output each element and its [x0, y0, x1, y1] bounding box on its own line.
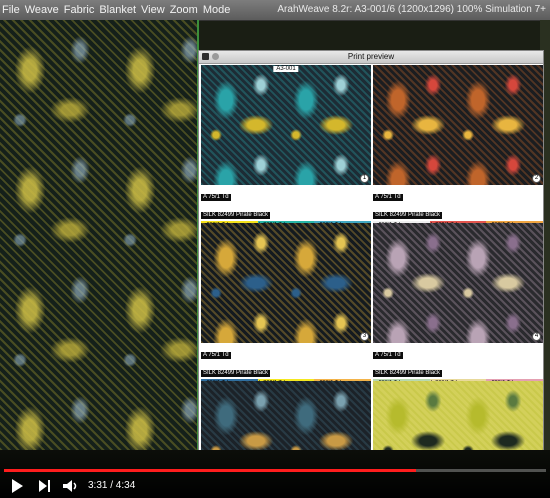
warp-label: SILK 82499 Pirate Black	[201, 370, 271, 377]
fabric-swatch	[201, 381, 371, 450]
progress-bar[interactable]	[4, 469, 546, 472]
warp-label: SILK 82499 Pirate Black	[373, 212, 443, 219]
menu-list: File Weave Fabric Blanket View Zoom Mode	[2, 0, 235, 20]
design-code: A3-001	[273, 66, 299, 72]
preview-card[interactable]: A3-0011A 75/1 TdSILK 82499 Pirate Blacka…	[201, 65, 372, 237]
menu-item-mode[interactable]: Mode	[203, 0, 236, 20]
warp-info: A 75/1 Td SILK 82499 Pirate Black	[201, 343, 371, 379]
menu-item-fabric[interactable]: Fabric	[64, 0, 100, 20]
preview-card[interactable]	[201, 381, 371, 450]
paisley-pattern	[201, 65, 371, 185]
warp-label: A 75/1 Td	[201, 194, 231, 201]
warp-label: SILK 82499 Pirate Black	[373, 370, 443, 377]
menu-item-file[interactable]: File	[2, 0, 25, 20]
warp-label: A 75/1 Td	[201, 352, 231, 359]
window-titlebar: Print preview	[199, 51, 543, 64]
menu-item-blanket[interactable]: Blanket	[99, 0, 141, 20]
swatch-number: 3	[360, 332, 369, 341]
next-icon[interactable]	[38, 478, 52, 494]
play-icon[interactable]	[10, 478, 24, 494]
swatch-number: 4	[532, 332, 541, 341]
app-title: ArahWeave 8.2r: A3-001/6 (1200x1296) 100…	[277, 4, 546, 15]
fabric-swatch: 3	[201, 223, 371, 343]
paisley-pattern	[373, 65, 543, 185]
workspace: Print preview A3-001 1 A 75/1 Td SILK 82499…	[0, 20, 550, 450]
menu-item-zoom[interactable]: Zoom	[170, 0, 203, 20]
warp-info: A 75/1 Td SILK 82499 Pirate Black	[373, 343, 543, 379]
paisley-pattern	[201, 381, 371, 450]
fabric-swatch	[373, 381, 543, 450]
preview-card[interactable]: 2A 75/1 TdSILK 82499 Pirate Blacka 200/1…	[373, 65, 543, 237]
progress-fill	[4, 469, 416, 472]
fabric-swatch: 2	[373, 65, 543, 185]
swatch-number: 1	[360, 174, 369, 183]
warp-info: A 75/1 Td SILK 82499 Pirate Black	[201, 185, 371, 221]
warp-label: A 75/1 Td	[373, 352, 403, 359]
menu-item-weave[interactable]: Weave	[25, 0, 64, 20]
swatch-number: 2	[532, 174, 541, 183]
preview-card[interactable]: 3A 75/1 TdSILK 82499 Pirate Blacka 200/1…	[201, 223, 372, 395]
print-preview-window: Print preview A3-001 1 A 75/1 Td SILK 82499…	[198, 50, 544, 450]
preview-card[interactable]	[373, 381, 543, 450]
fabric-swatch: A3-001 1	[201, 65, 371, 185]
warp-info: A 75/1 Td SILK 82499 Pirate Black	[373, 185, 543, 221]
volume-icon[interactable]	[62, 478, 80, 494]
window-title: Print preview	[347, 52, 395, 61]
menubar: File Weave Fabric Blanket View Zoom Mode ArahW…	[0, 0, 550, 21]
fabric-swatch: 4	[373, 223, 543, 343]
menu-item-view[interactable]: View	[141, 0, 170, 20]
preview-card[interactable]: 4A 75/1 TdSILK 82499 Pirate Blacka 200/1…	[373, 223, 543, 395]
video-time: 3:31 / 4:34	[88, 480, 136, 491]
paisley-pattern	[373, 381, 543, 450]
paisley-pattern	[373, 223, 543, 343]
warp-label: A 75/1 Td	[373, 194, 403, 201]
warp-label: SILK 82499 Pirate Black	[201, 212, 271, 219]
video-controls: 3:31 / 4:34	[0, 450, 550, 498]
fabric-simulation-view[interactable]	[0, 20, 198, 450]
paisley-pattern	[201, 223, 371, 343]
